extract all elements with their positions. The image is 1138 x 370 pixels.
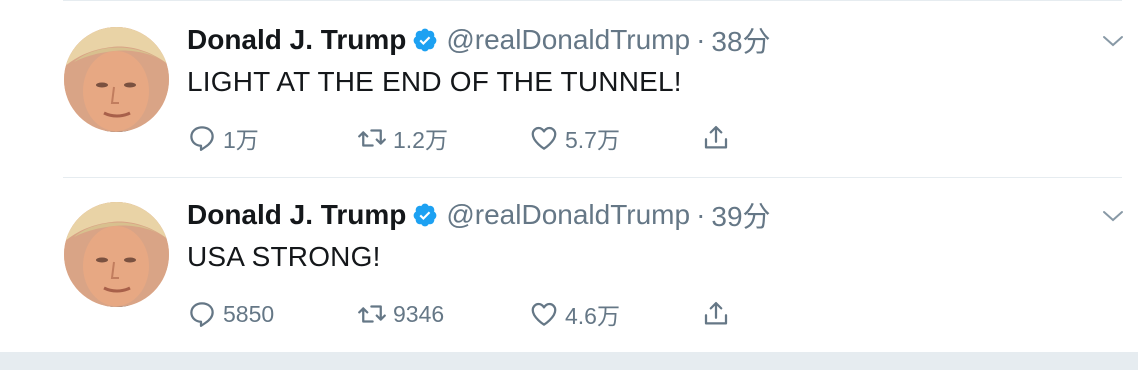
- retweet-button[interactable]: 9346: [357, 294, 444, 334]
- retweet-count: 1.2万: [393, 127, 448, 153]
- retweet-icon: [358, 129, 386, 147]
- reply-button[interactable]: 5850: [187, 294, 274, 334]
- share-icon: [704, 302, 728, 325]
- retweet-button[interactable]: 1.2万: [357, 118, 448, 158]
- separator-dot: ·: [696, 24, 706, 55]
- like-button[interactable]: 5.7万: [529, 118, 620, 158]
- reply-button[interactable]: 1万: [187, 118, 259, 158]
- verified-badge-icon: [413, 28, 437, 52]
- chevron-down-icon[interactable]: [1102, 34, 1124, 48]
- reply-count: 5850: [223, 300, 275, 327]
- separator-dot: ·: [696, 199, 706, 230]
- tweet[interactable]: Donald J. Trump @realDonaldTrump · 39分 U…: [0, 177, 1138, 352]
- retweet-icon: [358, 305, 386, 323]
- tweet-actions: 1万 1.2万 5.7万: [187, 118, 747, 158]
- timestamp[interactable]: 38分: [711, 20, 770, 60]
- author-handle[interactable]: @realDonaldTrump: [446, 199, 690, 231]
- share-button[interactable]: [701, 118, 737, 158]
- tweet-header: Donald J. Trump @realDonaldTrump · 39分: [187, 195, 771, 235]
- verified-badge-icon: [413, 203, 437, 227]
- timestamp[interactable]: 39分: [711, 195, 770, 235]
- tweet-header: Donald J. Trump @realDonaldTrump · 38分: [187, 20, 771, 60]
- reply-icon: [190, 302, 214, 327]
- share-button[interactable]: [701, 294, 737, 334]
- author-name[interactable]: Donald J. Trump: [187, 199, 406, 231]
- author-name[interactable]: Donald J. Trump: [187, 24, 406, 56]
- avatar-image: [64, 202, 169, 307]
- tweet-actions: 5850 9346 4.6万: [187, 294, 747, 334]
- chevron-down-icon[interactable]: [1102, 209, 1124, 223]
- reply-icon: [190, 126, 214, 151]
- tweet[interactable]: Donald J. Trump @realDonaldTrump · 38分 L…: [0, 0, 1138, 175]
- timeline-footer-gap: [0, 352, 1138, 370]
- avatar[interactable]: [64, 202, 169, 307]
- share-icon: [704, 126, 728, 149]
- tweet-text: USA STRONG!: [187, 241, 381, 272]
- reply-count: 1万: [223, 127, 259, 153]
- like-count: 5.7万: [565, 127, 620, 153]
- tweet-text: LIGHT AT THE END OF THE TUNNEL!: [187, 66, 682, 97]
- avatar[interactable]: [64, 27, 169, 132]
- author-handle[interactable]: @realDonaldTrump: [446, 24, 690, 56]
- avatar-image: [64, 27, 169, 132]
- retweet-count: 9346: [393, 300, 445, 327]
- heart-icon: [531, 126, 557, 150]
- like-count: 4.6万: [565, 303, 620, 329]
- like-button[interactable]: 4.6万: [529, 294, 620, 334]
- heart-icon: [531, 302, 557, 326]
- timeline: Donald J. Trump @realDonaldTrump · 38分 L…: [0, 0, 1138, 352]
